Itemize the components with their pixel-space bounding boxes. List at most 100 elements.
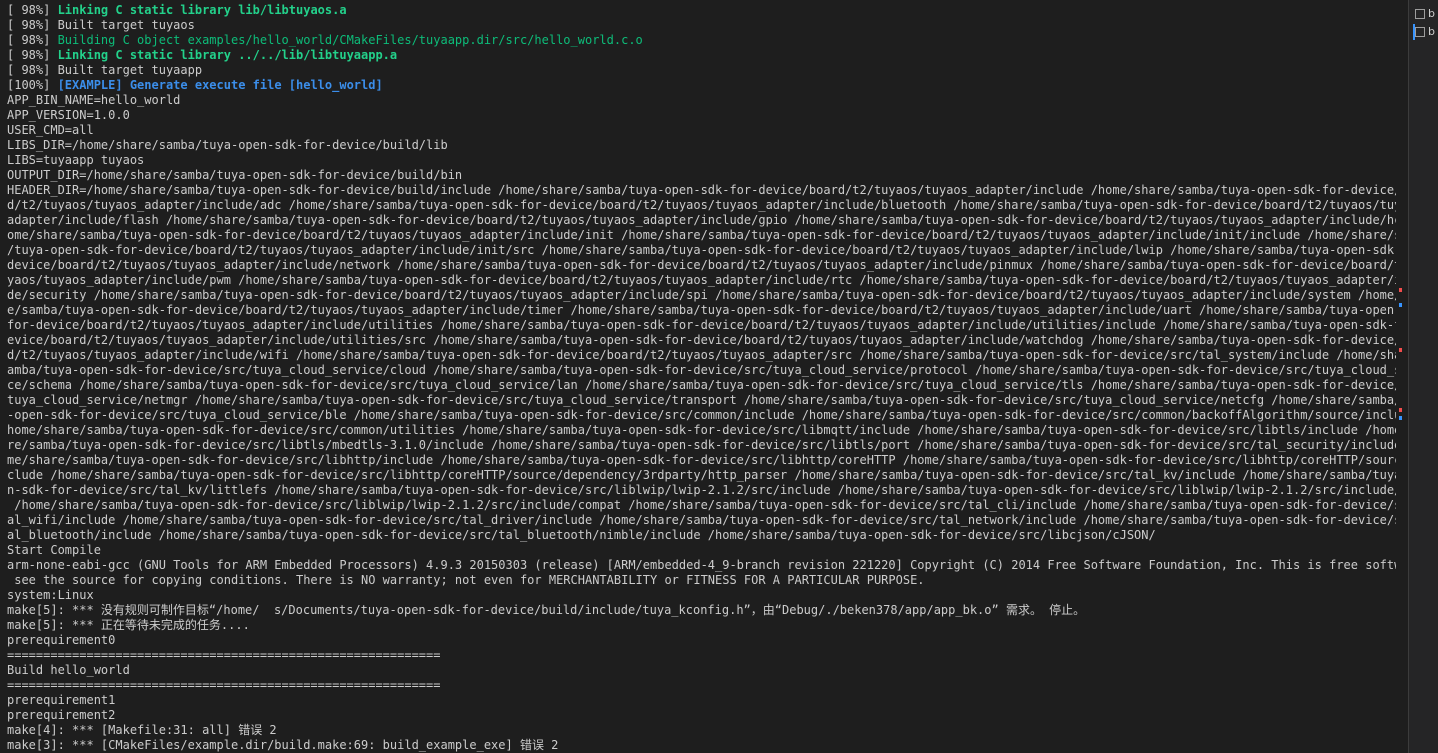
terminal-line: n-sdk-for-device/src/tal_kv/littlefs /ho… — [7, 483, 1396, 498]
terminal-line: prerequirement0 — [7, 633, 1396, 648]
terminal-line: USER_CMD=all — [7, 123, 1396, 138]
terminal-line: [ 98%] Building C object examples/hello_… — [7, 33, 1396, 48]
terminal-line: [ 98%] Linking C static library ../../li… — [7, 48, 1396, 63]
terminal-line-text: [ 98%] Built target tuyaapp — [7, 63, 203, 77]
terminal-line-text: al_bluetooth/include /home/share/samba/t… — [7, 528, 1156, 542]
terminal-line: al_bluetooth/include /home/share/samba/t… — [7, 528, 1396, 543]
terminal-line: [ 98%] Linking C static library lib/libt… — [7, 3, 1396, 18]
terminal-line-text: tuya_cloud_service/netmgr /home/share/sa… — [7, 393, 1396, 407]
terminal-line-text: Start Compile — [7, 543, 101, 557]
terminal-line-highlight: [EXAMPLE] Generate execute file [hello_w… — [57, 78, 383, 92]
terminal-line: make[5]: *** 没有规则可制作目标“/home/ s/Document… — [7, 603, 1396, 618]
terminal-line: yaos/tuyaos_adapter/include/pwm /home/sh… — [7, 273, 1396, 288]
terminal-line-text: prerequirement0 — [7, 633, 116, 647]
terminal-line: ce/schema /home/share/samba/tuya-open-sd… — [7, 378, 1396, 393]
terminal-tab-item[interactable]: b — [1415, 6, 1438, 22]
terminal-line-text: d/t2/tuyaos/tuyaos_adapter/include/wifi … — [7, 348, 1396, 362]
scrollbar-marker — [1399, 288, 1402, 292]
terminal-icon — [1415, 27, 1425, 37]
terminal-line-text: Build hello_world — [7, 663, 130, 677]
terminal-line-highlight: Building C object examples/hello_world/C… — [57, 33, 643, 47]
terminal-line: ========================================… — [7, 678, 1396, 693]
terminal-line: [ 98%] Built target tuyaapp — [7, 63, 1396, 78]
terminal-line-text: device/board/t2/tuyaos/tuyaos_adapter/in… — [7, 258, 1396, 272]
terminal-line-text: HEADER_DIR=/home/share/samba/tuya-open-s… — [7, 183, 1396, 197]
terminal-icon — [1415, 9, 1425, 19]
terminal-line-text: make[3]: *** [CMakeFiles/example.dir/bui… — [7, 738, 559, 752]
scrollbar-marker — [1399, 408, 1402, 412]
terminal-line: amba/tuya-open-sdk-for-device/src/tuya_c… — [7, 363, 1396, 378]
terminal-line: e/samba/tuya-open-sdk-for-device/board/t… — [7, 303, 1396, 318]
terminal-line-text: de/security /home/share/samba/tuya-open-… — [7, 288, 1396, 302]
terminal-line: HEADER_DIR=/home/share/samba/tuya-open-s… — [7, 183, 1396, 198]
terminal-line: see the source for copying conditions. T… — [7, 573, 1396, 588]
terminal-line-text: me/share/samba/tuya-open-sdk-for-device/… — [7, 453, 1396, 467]
terminal-line-text: home/share/samba/tuya-open-sdk-for-devic… — [7, 423, 1396, 437]
terminal-line: /home/share/samba/tuya-open-sdk-for-devi… — [7, 498, 1396, 513]
terminal-line-text: adapter/include/flash /home/share/samba/… — [7, 213, 1396, 227]
terminal-line-text: e/samba/tuya-open-sdk-for-device/board/t… — [7, 303, 1396, 317]
terminal-line: APP_VERSION=1.0.0 — [7, 108, 1396, 123]
terminal-line-text: LIBS=tuyaapp tuyaos — [7, 153, 145, 167]
terminal-line-text: make[5]: *** 正在等待未完成的任务.... — [7, 618, 250, 632]
terminal-line: al_wifi/include /home/share/samba/tuya-o… — [7, 513, 1396, 528]
terminal-line-text: n-sdk-for-device/src/tal_kv/littlefs /ho… — [7, 483, 1396, 497]
terminal-line: /tuya-open-sdk-for-device/board/t2/tuyao… — [7, 243, 1396, 258]
terminal-line-text: amba/tuya-open-sdk-for-device/src/tuya_c… — [7, 363, 1396, 377]
terminal-line-text: re/samba/tuya-open-sdk-for-device/src/li… — [7, 438, 1396, 452]
terminal-line: LIBS=tuyaapp tuyaos — [7, 153, 1396, 168]
terminal-line-text: /home/share/samba/tuya-open-sdk-for-devi… — [7, 498, 1396, 512]
terminal-line-text: ========================================… — [7, 678, 441, 692]
scrollbar-gutter[interactable] — [1396, 0, 1408, 753]
terminal-line-text: [ 98%] — [7, 3, 58, 17]
terminal-output[interactable]: [ 98%] Linking C static library lib/libt… — [0, 0, 1396, 753]
terminal-line: system:Linux — [7, 588, 1396, 603]
terminal-line-text: make[4]: *** [Makefile:31: all] 错误 2 — [7, 723, 277, 737]
terminal-line-text: [100%] — [7, 78, 58, 92]
terminal-line-text: see the source for copying conditions. T… — [7, 573, 925, 587]
terminal-line-text: d/t2/tuyaos/tuyaos_adapter/include/adc /… — [7, 198, 1396, 212]
terminal-line: adapter/include/flash /home/share/samba/… — [7, 213, 1396, 228]
terminal-line-text: prerequirement1 — [7, 693, 116, 707]
terminal-line: [100%] [EXAMPLE] Generate execute file [… — [7, 78, 1396, 93]
terminal-line-text: al_wifi/include /home/share/samba/tuya-o… — [7, 513, 1396, 527]
terminal-tab-label: b — [1428, 7, 1435, 20]
terminal-line: home/share/samba/tuya-open-sdk-for-devic… — [7, 423, 1396, 438]
terminal-line: [ 98%] Built target tuyaos — [7, 18, 1396, 33]
terminal-line: d/t2/tuyaos/tuyaos_adapter/include/adc /… — [7, 198, 1396, 213]
terminal-line-text: arm-none-eabi-gcc (GNU Tools for ARM Emb… — [7, 558, 1396, 572]
terminal-line-text: prerequirement2 — [7, 708, 116, 722]
terminal-line-text: /tuya-open-sdk-for-device/board/t2/tuyao… — [7, 243, 1396, 257]
terminal-line: prerequirement1 — [7, 693, 1396, 708]
terminal-window: [ 98%] Linking C static library lib/libt… — [0, 0, 1438, 753]
terminal-line: arm-none-eabi-gcc (GNU Tools for ARM Emb… — [7, 558, 1396, 573]
terminal-line-text: LIBS_DIR=/home/share/samba/tuya-open-sdk… — [7, 138, 448, 152]
terminal-line-text: clude /home/share/samba/tuya-open-sdk-fo… — [7, 468, 1396, 482]
terminal-line-highlight: Linking C static library ../../lib/libtu… — [57, 48, 398, 62]
terminal-line-text: ce/schema /home/share/samba/tuya-open-sd… — [7, 378, 1396, 392]
terminal-line: APP_BIN_NAME=hello_world — [7, 93, 1396, 108]
terminal-line: Start Compile — [7, 543, 1396, 558]
terminal-line-text: evice/board/t2/tuyaos/tuyaos_adapter/inc… — [7, 333, 1396, 347]
scrollbar-marker — [1399, 415, 1402, 420]
terminal-line: prerequirement2 — [7, 708, 1396, 723]
terminal-line-highlight: Linking C static library lib/libtuyaos.a — [57, 3, 347, 17]
terminal-tab-item[interactable]: b — [1413, 24, 1438, 40]
scrollbar-marker — [1399, 303, 1402, 307]
terminal-line-text: ========================================… — [7, 648, 441, 662]
terminal-line-text: [ 98%] — [7, 48, 58, 62]
terminal-line: OUTPUT_DIR=/home/share/samba/tuya-open-s… — [7, 168, 1396, 183]
terminal-line: for-device/board/t2/tuyaos/tuyaos_adapte… — [7, 318, 1396, 333]
terminal-line-text: -open-sdk-for-device/src/tuya_cloud_serv… — [7, 408, 1396, 422]
terminal-line: clude /home/share/samba/tuya-open-sdk-fo… — [7, 468, 1396, 483]
terminal-line-text: [ 98%] Built target tuyaos — [7, 18, 195, 32]
terminal-line-text: APP_VERSION=1.0.0 — [7, 108, 130, 122]
terminal-line-text: make[5]: *** 没有规则可制作目标“/home/ s/Document… — [7, 603, 1086, 617]
terminal-line: evice/board/t2/tuyaos/tuyaos_adapter/inc… — [7, 333, 1396, 348]
terminal-line-text: USER_CMD=all — [7, 123, 94, 137]
terminal-line: make[3]: *** [CMakeFiles/example.dir/bui… — [7, 738, 1396, 753]
terminal-line-text: yaos/tuyaos_adapter/include/pwm /home/sh… — [7, 273, 1396, 287]
terminal-line: ome/share/samba/tuya-open-sdk-for-device… — [7, 228, 1396, 243]
terminal-line: d/t2/tuyaos/tuyaos_adapter/include/wifi … — [7, 348, 1396, 363]
scrollbar-marker — [1399, 348, 1402, 352]
